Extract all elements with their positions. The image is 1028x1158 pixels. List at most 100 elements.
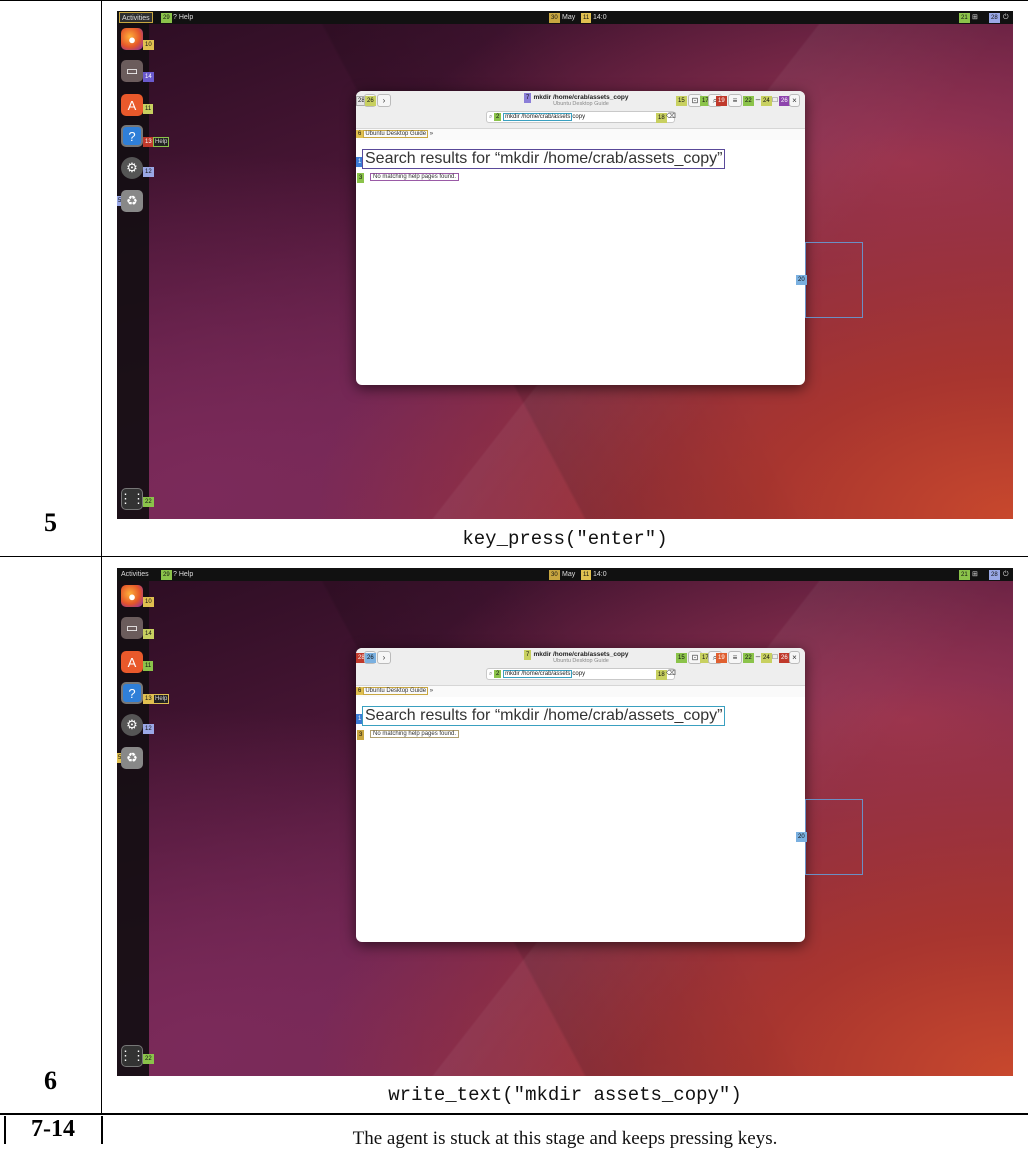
files-icon[interactable]: ▭: [121, 617, 143, 639]
tag-label: 30: [549, 13, 560, 23]
results-text: matching help pages found.: [382, 731, 457, 737]
window-title: mkdir /home/crab/assets_copy: [533, 94, 629, 101]
menu-button[interactable]: ≡: [728, 651, 742, 664]
network-icon[interactable]: ⊞: [970, 12, 980, 23]
table-rule-bottom: [0, 1113, 1028, 1115]
header-bar: 28 ‹ 26 › 7 mkdir /home/crab/assets_copy…: [356, 91, 805, 129]
settings-icon[interactable]: ⚙: [121, 714, 143, 736]
activities-button[interactable]: Activities: [119, 569, 151, 580]
power-icon[interactable]: ⏻: [1001, 12, 1011, 23]
clock-day[interactable]: May: [560, 569, 577, 580]
table-rule-top: [0, 0, 1028, 1]
help-app-icon[interactable]: ?: [121, 682, 143, 704]
results-title: Search results for “mkdir /home/crab/ass…: [362, 149, 726, 169]
tag-label: 19: [716, 653, 727, 663]
action-label: key_press("enter"): [462, 528, 668, 550]
tag-label: 2: [494, 113, 502, 121]
tag-label: 20: [796, 275, 807, 285]
clock-time[interactable]: 14:0: [591, 569, 609, 580]
breadcrumb-link[interactable]: Ubuntu Desktop Guide: [363, 687, 429, 695]
help-icon: ?: [173, 571, 177, 578]
clear-search-icon[interactable]: ⌫: [666, 669, 676, 677]
trash-icon[interactable]: ♻: [121, 747, 143, 769]
screenshot-panel: Activities 29 ? Help 30 May 11 14:0 21 ⊞…: [117, 11, 1013, 519]
help-menu[interactable]: ? Help: [171, 12, 195, 23]
tag-label: 28: [989, 570, 1000, 580]
activities-button[interactable]: Activities: [119, 12, 153, 23]
table-rule-mid: [0, 556, 1028, 557]
files-icon[interactable]: ▭: [121, 60, 143, 82]
help-window: 28 ‹ 26 › 7 mkdir /home/crab/assets_copy…: [356, 648, 805, 942]
tag-label: 3: [357, 730, 365, 740]
window-title: mkdir /home/crab/assets_copy: [533, 651, 629, 658]
help-menu-label: Help: [178, 14, 194, 21]
tag-label: 22: [143, 1054, 154, 1064]
results-count: No: [373, 174, 381, 180]
tag-label: 14: [143, 629, 154, 639]
tag-label: 26: [365, 96, 376, 106]
power-icon[interactable]: ⏻: [1001, 569, 1011, 580]
tag-label: 19: [716, 96, 727, 106]
software-center-icon[interactable]: A: [121, 94, 143, 116]
top-bar: Activities 29 ? Help 30 May 11 14:0 21 ⊞…: [117, 568, 1013, 581]
close-button[interactable]: ×: [789, 94, 800, 107]
app-grid-icon[interactable]: ⋮⋮: [119, 1045, 145, 1067]
network-icon[interactable]: ⊞: [970, 569, 980, 580]
results-message: No matching help pages found.: [370, 730, 460, 738]
help-icon: ?: [173, 14, 177, 21]
close-button[interactable]: ×: [789, 651, 800, 664]
dock: ● 10 ▭ 14 A 11 ? 13 Help ⚙ 12 5 ♻ ⋮⋮ 22: [117, 581, 170, 1076]
help-menu[interactable]: ? Help: [171, 569, 195, 580]
results-message: No matching help pages found.: [370, 173, 460, 181]
app-grid-icon[interactable]: ⋮⋮: [119, 488, 145, 510]
search-text-suffix: copy: [572, 671, 586, 677]
help-app-icon[interactable]: ?: [121, 125, 143, 147]
header-bar: 28 ‹ 26 › 7 mkdir /home/crab/assets_copy…: [356, 648, 805, 686]
help-menu-label: Help: [178, 571, 194, 578]
table-divider-row1: [101, 0, 102, 556]
breadcrumb: 6 Ubuntu Desktop Guide »: [356, 129, 805, 140]
step-range: 7-14: [31, 1116, 75, 1142]
highlight-box: 20: [796, 242, 863, 318]
tag-label: 12: [143, 167, 154, 177]
firefox-icon[interactable]: ●: [121, 28, 143, 50]
results-text: matching help pages found.: [382, 174, 457, 180]
tag-label: 11: [581, 570, 592, 580]
table-divider-row3: [101, 1116, 103, 1144]
screenshot-panel: Activities 29 ? Help 30 May 11 14:0 21 ⊞…: [117, 568, 1013, 1076]
window-subtitle: Ubuntu Desktop Guide: [553, 658, 609, 664]
clear-search-icon[interactable]: ⌫: [666, 112, 676, 120]
tag-label: 20: [796, 832, 807, 842]
firefox-icon[interactable]: ●: [121, 585, 143, 607]
table-divider-row2: [101, 557, 102, 1113]
forward-button[interactable]: ›: [377, 651, 391, 664]
forward-button[interactable]: ›: [377, 94, 391, 107]
results-count: No: [373, 731, 381, 737]
stuck-note: The agent is stuck at this stage and kee…: [352, 1128, 778, 1149]
tag-label: 30: [549, 570, 560, 580]
tag-label: 11: [581, 13, 592, 23]
search-input[interactable]: ⌕ 2 mkdir /home/crab/assets copy: [486, 668, 675, 680]
dock: ● 10 ▭ 14 A 11 ? 13 Help ⚙ 12 5 ♻ ⋮⋮ 22: [117, 24, 170, 519]
dock-tooltip: Help: [153, 137, 170, 147]
help-window: 28 ‹ 26 › 7 mkdir /home/crab/assets_copy…: [356, 91, 805, 385]
tag-label: 21: [959, 570, 970, 580]
search-icon: ⌕: [489, 114, 493, 120]
tag-label: 12: [143, 724, 154, 734]
clock-time[interactable]: 14:0: [591, 12, 609, 23]
search-icon: ⌕: [489, 671, 493, 677]
menu-button[interactable]: ≡: [728, 94, 742, 107]
trash-icon[interactable]: ♻: [121, 190, 143, 212]
tag-label: 2: [494, 670, 502, 678]
clock-day[interactable]: May: [560, 12, 577, 23]
action-label: write_text("mkdir assets_copy"): [388, 1084, 742, 1106]
tag-label: 26: [365, 653, 376, 663]
window-subtitle: Ubuntu Desktop Guide: [553, 101, 609, 107]
software-center-icon[interactable]: A: [121, 651, 143, 673]
tag-label: 11: [143, 661, 154, 671]
settings-icon[interactable]: ⚙: [121, 157, 143, 179]
tag-label: 10: [143, 597, 154, 607]
search-input[interactable]: ⌕ 2 mkdir /home/crab/assets copy: [486, 111, 675, 123]
tag-label: 3: [357, 173, 365, 183]
breadcrumb-link[interactable]: Ubuntu Desktop Guide: [363, 130, 429, 138]
